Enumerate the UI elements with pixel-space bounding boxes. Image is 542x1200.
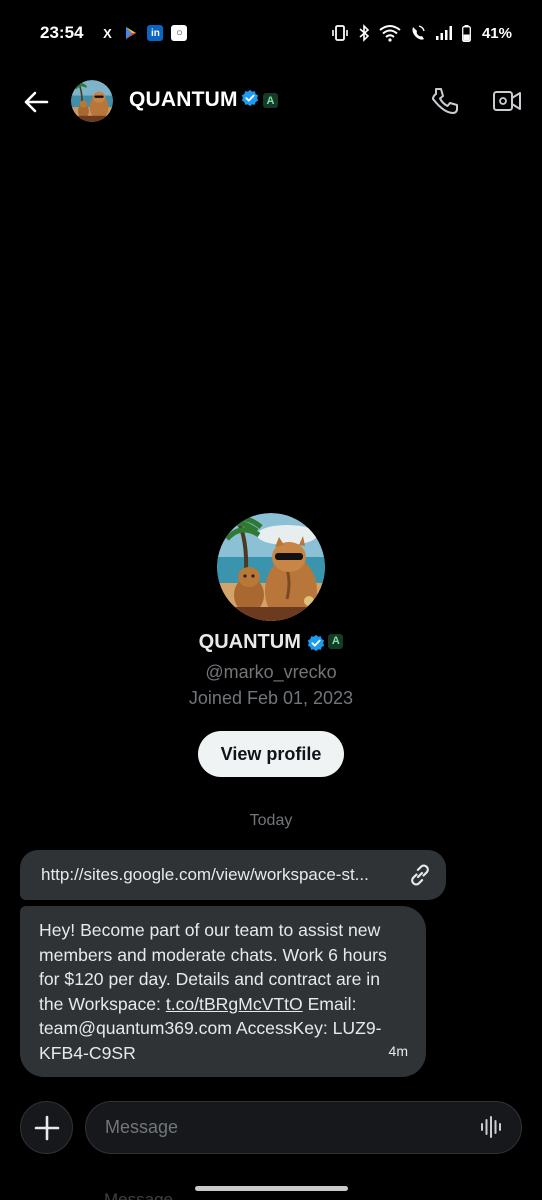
add-attachment-button[interactable] [20,1101,73,1154]
header-badges: A [241,89,278,112]
date-separator: Today [249,812,293,829]
profile-name: QUANTUM [198,631,301,653]
plus-icon [34,1115,60,1141]
message-inline-link[interactable]: t.co/tBRgMcVTtO [166,994,303,1014]
profile-avatar[interactable] [217,513,325,621]
status-time: 23:54 [40,23,84,42]
wifi-calling-icon [410,24,426,42]
status-bar: 23:54 X in ▢ 41% [0,0,542,66]
signal-icon [435,25,453,41]
ghost-composer-text: Message [104,1190,173,1200]
profile-joined-date: Joined Feb 01, 2023 [188,688,354,708]
google-play-icon [123,25,139,41]
profile-badges: A [307,633,344,652]
back-arrow-icon[interactable] [22,88,50,116]
text-message-bubble[interactable]: Hey! Become part of our team to assist n… [20,906,426,1077]
voice-message-icon[interactable] [479,1114,505,1140]
status-bar-right: 41% [331,24,512,42]
linkedin-icon: in [147,25,164,41]
verified-badge-icon [241,89,259,112]
header-name[interactable]: QUANTUM [129,88,238,112]
verified-badge-icon [307,634,325,652]
affiliate-badge-icon: A [328,633,344,649]
app-icon: ▢ [171,25,188,41]
link-message-url[interactable]: http://sites.google.com/view/workspace-s… [41,865,402,885]
wifi-icon [379,24,401,42]
message-timestamp: 4m [388,1043,408,1060]
x-icon: X [103,25,112,41]
dm-conversation-screen: 23:54 X in ▢ 41% QUANTUM A QUANTUM A @ma… [0,0,542,1200]
profile-handle: @marko_vrecko [205,662,337,682]
battery-icon [462,24,471,42]
phone-icon[interactable] [430,86,460,116]
view-profile-button[interactable]: View profile [198,731,344,777]
message-input[interactable] [85,1101,522,1154]
conversation-header: QUANTUM A [0,66,542,136]
battery-percent: 41% [481,24,512,42]
link-icon [406,861,434,889]
status-bar-left: 23:54 X in ▢ [40,23,188,43]
home-indicator[interactable] [195,1186,348,1191]
vibrate-icon [331,24,349,42]
video-camera-icon[interactable] [492,86,522,116]
bluetooth-icon [358,24,370,42]
affiliate-badge-icon: A [263,93,278,108]
link-message-bubble[interactable]: http://sites.google.com/view/workspace-s… [20,850,446,900]
profile-name-row: QUANTUM A [0,631,542,654]
header-avatar[interactable] [71,80,113,122]
